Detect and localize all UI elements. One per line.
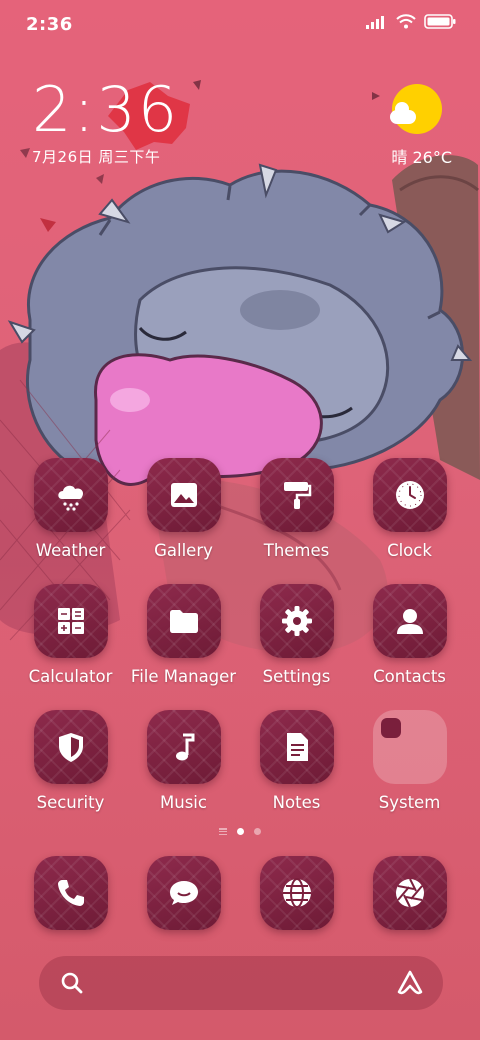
weather-condition: 晴 (391, 148, 408, 167)
app-label: Contacts (373, 667, 446, 686)
app-tile[interactable] (146, 856, 221, 930)
dock-browser[interactable] (240, 856, 353, 930)
globe-icon (282, 878, 311, 908)
battery-icon (424, 14, 456, 29)
app-weather[interactable]: Weather (14, 458, 127, 560)
chat-icon (169, 881, 198, 905)
app-tile[interactable] (372, 458, 447, 532)
app-notes[interactable]: Notes (240, 710, 353, 812)
search-icon[interactable] (59, 970, 85, 996)
assistant-icon[interactable] (395, 968, 425, 998)
app-label: Security (36, 793, 105, 812)
app-label: System (378, 793, 441, 812)
app-tile[interactable] (259, 584, 334, 658)
app-tile[interactable] (146, 584, 221, 658)
app-tile[interactable] (372, 856, 447, 930)
signal-icon (366, 15, 384, 29)
clock-icon (395, 481, 424, 509)
app-settings[interactable]: Settings (240, 584, 353, 686)
wifi-icon (396, 14, 416, 29)
phone-icon (57, 880, 84, 906)
app-label: Weather (35, 541, 106, 560)
weather-icon (57, 485, 83, 511)
weather-widget[interactable]: 晴 26°C (388, 84, 452, 167)
page-indicator (0, 828, 480, 835)
dock-camera[interactable] (353, 856, 466, 930)
status-bar: 2:36 (0, 0, 480, 50)
app-tile[interactable] (33, 458, 108, 532)
app-tile[interactable] (259, 458, 334, 532)
app-music[interactable]: Music (127, 710, 240, 812)
app-label: Calculator (28, 667, 113, 686)
app-calculator[interactable]: Calculator (14, 584, 127, 686)
dock-phone[interactable] (14, 856, 127, 930)
clock-widget[interactable]: 2:36 7月26日 周三下午 (32, 78, 179, 167)
app-contacts[interactable]: Contacts (353, 584, 466, 686)
dock (14, 856, 466, 932)
app-label: File Manager (130, 667, 237, 686)
sunny-cloud-icon (390, 84, 442, 134)
gear-icon (281, 606, 312, 636)
app-label: Notes (272, 793, 321, 812)
app-tile[interactable] (146, 710, 221, 784)
app-label: Clock (387, 541, 432, 560)
note-icon (286, 733, 308, 761)
app-clock[interactable]: Clock (353, 458, 466, 560)
music-note-icon (175, 733, 194, 761)
menu-lines-icon (219, 828, 227, 835)
weather-temperature: 26°C (412, 148, 452, 167)
app-label: Settings (262, 667, 331, 686)
app-tile[interactable] (259, 710, 334, 784)
gallery-icon (170, 483, 197, 507)
contact-icon (396, 609, 423, 634)
folder-icon (169, 610, 198, 633)
app-security[interactable]: Security (14, 710, 127, 812)
app-tile[interactable] (372, 584, 447, 658)
search-bar[interactable] (39, 956, 443, 1010)
page-dot-active[interactable] (237, 828, 244, 835)
app-tile[interactable] (33, 584, 108, 658)
app-themes[interactable]: Themes (240, 458, 353, 560)
shield-icon (58, 733, 83, 762)
app-file-manager[interactable]: File Manager (127, 584, 240, 686)
app-label: Music (160, 793, 207, 812)
app-gallery[interactable]: Gallery (127, 458, 240, 560)
status-icons (366, 14, 456, 29)
page-dot[interactable] (254, 828, 261, 835)
app-label: Gallery (154, 541, 213, 560)
weather-text: 晴 26°C (391, 144, 452, 168)
folder-icon (380, 718, 401, 738)
app-folder-system[interactable]: System (353, 710, 466, 812)
app-tile[interactable] (259, 856, 334, 930)
app-tile[interactable] (33, 856, 108, 930)
calculator-icon (57, 608, 84, 634)
app-tile[interactable] (146, 458, 221, 532)
dock-messages[interactable] (127, 856, 240, 930)
shutter-icon (395, 878, 424, 908)
paint-roller-icon (283, 482, 311, 509)
app-tile[interactable] (33, 710, 108, 784)
app-label: Themes (263, 541, 330, 560)
status-time: 2:36 (26, 14, 73, 35)
folder-tile[interactable] (372, 710, 447, 784)
widget-date: 7月26日 周三下午 (32, 148, 161, 166)
widget-time: 2:36 (32, 73, 180, 146)
